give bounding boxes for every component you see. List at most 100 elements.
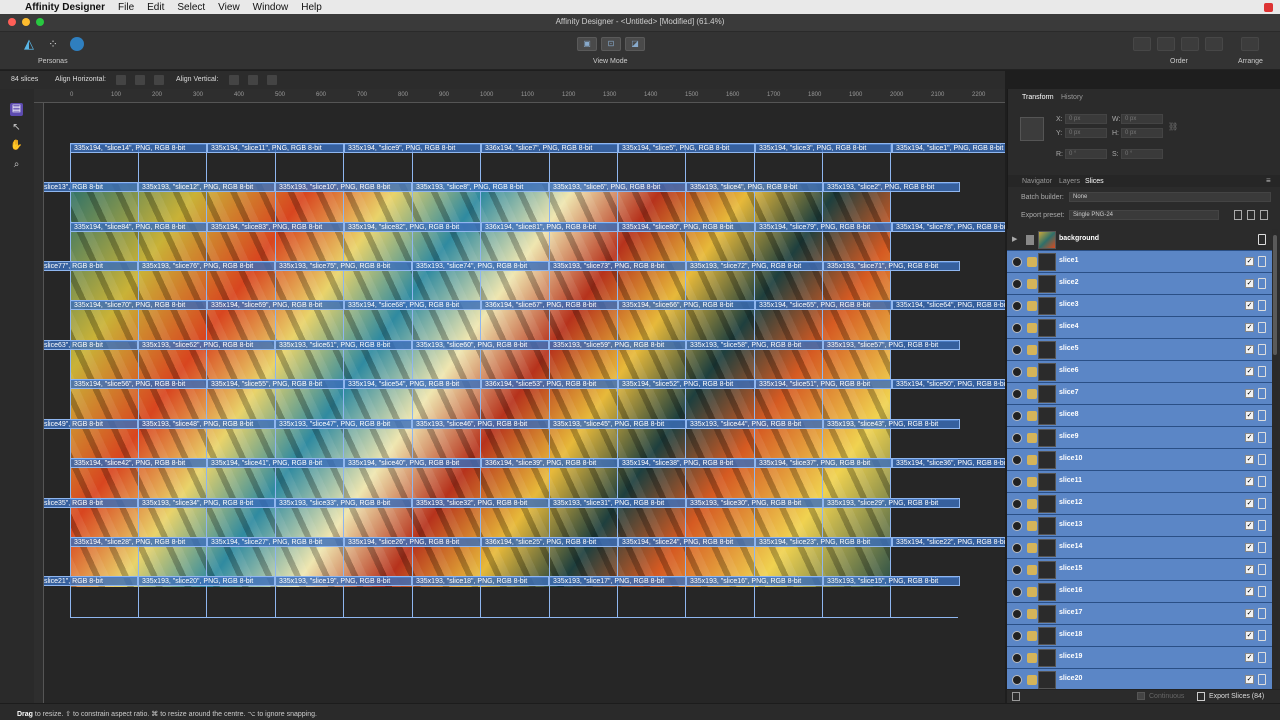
export-icon[interactable] — [1258, 476, 1266, 487]
export-checkbox[interactable]: ✓ — [1245, 587, 1254, 596]
slice-label[interactable]: 335x194, "slice27", PNG, RGB 8-bit — [207, 537, 344, 547]
slice-label[interactable]: 335x194, "slice79", PNG, RGB 8-bit — [755, 222, 892, 232]
slice-label[interactable]: 335x194, "slice68", PNG, RGB 8-bit — [344, 300, 481, 310]
export-checkbox[interactable]: ✓ — [1245, 455, 1254, 464]
slice-list-item[interactable]: slice9 ✓ — [1007, 427, 1272, 449]
slice-label[interactable]: 335x193, "slice57", PNG, RGB 8-bit — [823, 340, 960, 350]
lock-icon[interactable] — [1027, 587, 1037, 597]
export-checkbox[interactable]: ✓ — [1245, 631, 1254, 640]
slice-list-item[interactable]: slice8 ✓ — [1007, 405, 1272, 427]
slice-label[interactable]: 335x193, "slice43", PNG, RGB 8-bit — [823, 419, 960, 429]
slice-label[interactable]: 335x193, "slice48", PNG, RGB 8-bit — [138, 419, 275, 429]
export-checkbox[interactable]: ✓ — [1245, 323, 1254, 332]
menu-select[interactable]: Select — [177, 2, 205, 13]
slice-label[interactable]: 335x194, "slice56", PNG, RGB 8-bit — [70, 379, 207, 389]
slice-label[interactable]: 335x193, "slice62", PNG, RGB 8-bit — [138, 340, 275, 350]
slice-label[interactable]: 335x193, "slice34", PNG, RGB 8-bit — [138, 498, 275, 508]
export-slices-button[interactable]: Export Slices (84) — [1209, 693, 1264, 700]
slice-label[interactable]: 335x194, "slice70", PNG, RGB 8-bit — [70, 300, 207, 310]
slice-list-item[interactable]: slice4 ✓ — [1007, 317, 1272, 339]
slice-label[interactable]: 335x194, "slice37", PNG, RGB 8-bit — [755, 458, 892, 468]
slice-label[interactable]: 335x193, "slice16", PNG, RGB 8-bit — [686, 576, 823, 586]
slice-label[interactable]: 335x193, "slice10", PNG, RGB 8-bit — [275, 182, 412, 192]
align-middle-icon[interactable] — [248, 75, 258, 85]
slice-label[interactable]: 335x194, "slice66", PNG, RGB 8-bit — [618, 300, 755, 310]
export-checkbox[interactable]: ✓ — [1245, 301, 1254, 310]
slice-label[interactable]: 335x194, "slice84", PNG, RGB 8-bit — [70, 222, 207, 232]
slice-label[interactable]: 335x194, "slice52", PNG, RGB 8-bit — [618, 379, 755, 389]
slice-list-item[interactable]: slice20 ✓ — [1007, 669, 1272, 689]
slice-label[interactable]: 335x193, "slice32", PNG, RGB 8-bit — [412, 498, 549, 508]
slice-label[interactable]: 335x194, "slice36", PNG, RGB 8-bit — [892, 458, 1005, 468]
slice-label[interactable]: 335x194, "slice50", PNG, RGB 8-bit — [892, 379, 1005, 389]
slice-label[interactable]: slice63", RGB 8-bit — [44, 340, 138, 350]
designer-persona-icon[interactable]: ◭ — [22, 37, 36, 51]
shear-field[interactable]: 0 ° — [1121, 149, 1163, 159]
lock-icon[interactable] — [1027, 367, 1037, 377]
lock-icon[interactable] — [1027, 345, 1037, 355]
slice-list-item[interactable]: slice14 ✓ — [1007, 537, 1272, 559]
export-icon[interactable] — [1258, 278, 1266, 289]
export-icon[interactable] — [1258, 564, 1266, 575]
tab-navigator[interactable]: Navigator — [1022, 178, 1052, 185]
slice-list-item[interactable]: slice13 ✓ — [1007, 515, 1272, 537]
app-menu[interactable]: Affinity Designer — [25, 2, 105, 13]
slice-label[interactable]: 335x193, "slice19", PNG, RGB 8-bit — [275, 576, 412, 586]
export-icon[interactable] — [1258, 608, 1266, 619]
canvas[interactable]: 335x194, "slice14", PNG, RGB 8-bit 335x19… — [44, 103, 1005, 703]
slice-label[interactable]: 335x194, "slice5", PNG, RGB 8-bit — [618, 143, 755, 153]
visibility-icon[interactable] — [1012, 345, 1022, 355]
export-preset-select[interactable]: Single PNG-24 — [1069, 210, 1219, 220]
slice-label[interactable]: 335x194, "slice42", PNG, RGB 8-bit — [70, 458, 207, 468]
visibility-icon[interactable] — [1012, 499, 1022, 509]
slice-list-item[interactable]: slice5 ✓ — [1007, 339, 1272, 361]
visibility-icon[interactable] — [1012, 631, 1022, 641]
panel-menu-icon[interactable]: ≡ — [1266, 176, 1271, 185]
slice-label[interactable]: 335x193, "slice6", PNG, RGB 8-bit — [549, 182, 686, 192]
continuous-checkbox[interactable] — [1137, 692, 1145, 700]
tab-history[interactable]: History — [1061, 94, 1083, 101]
lock-icon[interactable] — [1027, 455, 1037, 465]
visibility-icon[interactable] — [1012, 433, 1022, 443]
export-checkbox[interactable]: ✓ — [1245, 565, 1254, 574]
slice-list-item[interactable]: slice16 ✓ — [1007, 581, 1272, 603]
zoom-tool-icon[interactable]: ⌕ — [10, 159, 23, 172]
export-checkbox[interactable]: ✓ — [1245, 411, 1254, 420]
visibility-icon[interactable] — [1012, 257, 1022, 267]
lock-icon[interactable] — [1027, 433, 1037, 443]
slice-label[interactable]: 335x194, "slice1", PNG, RGB 8-bit — [892, 143, 1005, 153]
slice-label[interactable]: 335x193, "slice45", PNG, RGB 8-bit — [549, 419, 686, 429]
slice-label[interactable]: 335x194, "slice38", PNG, RGB 8-bit — [618, 458, 755, 468]
slice-label[interactable]: 335x193, "slice75", PNG, RGB 8-bit — [275, 261, 412, 271]
slice-label[interactable]: 335x194, "slice69", PNG, RGB 8-bit — [207, 300, 344, 310]
export-icon[interactable] — [1258, 674, 1266, 685]
order-forward-button[interactable] — [1181, 37, 1199, 51]
slice-label[interactable]: 336x194, "slice39", PNG, RGB 8-bit — [481, 458, 618, 468]
slice-label[interactable]: 335x194, "slice83", PNG, RGB 8-bit — [207, 222, 344, 232]
slice-list-item[interactable]: slice17 ✓ — [1007, 603, 1272, 625]
slice-list-item[interactable]: slice2 ✓ — [1007, 273, 1272, 295]
align-center-icon[interactable] — [135, 75, 145, 85]
export-checkbox[interactable]: ✓ — [1245, 345, 1254, 354]
slice-tool-icon[interactable]: ▤ — [10, 103, 23, 116]
visibility-icon[interactable] — [1012, 301, 1022, 311]
export-icon[interactable] — [1258, 234, 1266, 245]
slice-label[interactable]: 336x194, "slice7", PNG, RGB 8-bit — [481, 143, 618, 153]
view-mode-split-button[interactable]: ◪ — [625, 37, 645, 51]
slice-list-item[interactable]: slice7 ✓ — [1007, 383, 1272, 405]
slice-label[interactable]: 335x193, "slice60", PNG, RGB 8-bit — [412, 340, 549, 350]
slice-label[interactable]: 335x194, "slice65", PNG, RGB 8-bit — [755, 300, 892, 310]
slice-label[interactable]: 336x194, "slice81", PNG, RGB 8-bit — [481, 222, 618, 232]
lock-icon[interactable] — [1027, 675, 1037, 685]
slice-label[interactable]: 335x193, "slice12", PNG, RGB 8-bit — [138, 182, 275, 192]
export-checkbox[interactable]: ✓ — [1245, 367, 1254, 376]
lock-icon[interactable] — [1027, 609, 1037, 619]
export-icon[interactable] — [1258, 300, 1266, 311]
slice-label[interactable]: 335x193, "slice15", PNG, RGB 8-bit — [823, 576, 960, 586]
menu-view[interactable]: View — [218, 2, 240, 13]
slice-list-item[interactable]: slice18 ✓ — [1007, 625, 1272, 647]
visibility-icon[interactable] — [1012, 389, 1022, 399]
lock-icon[interactable] — [1027, 279, 1037, 289]
export-icon[interactable] — [1258, 322, 1266, 333]
export-checkbox[interactable]: ✓ — [1245, 433, 1254, 442]
